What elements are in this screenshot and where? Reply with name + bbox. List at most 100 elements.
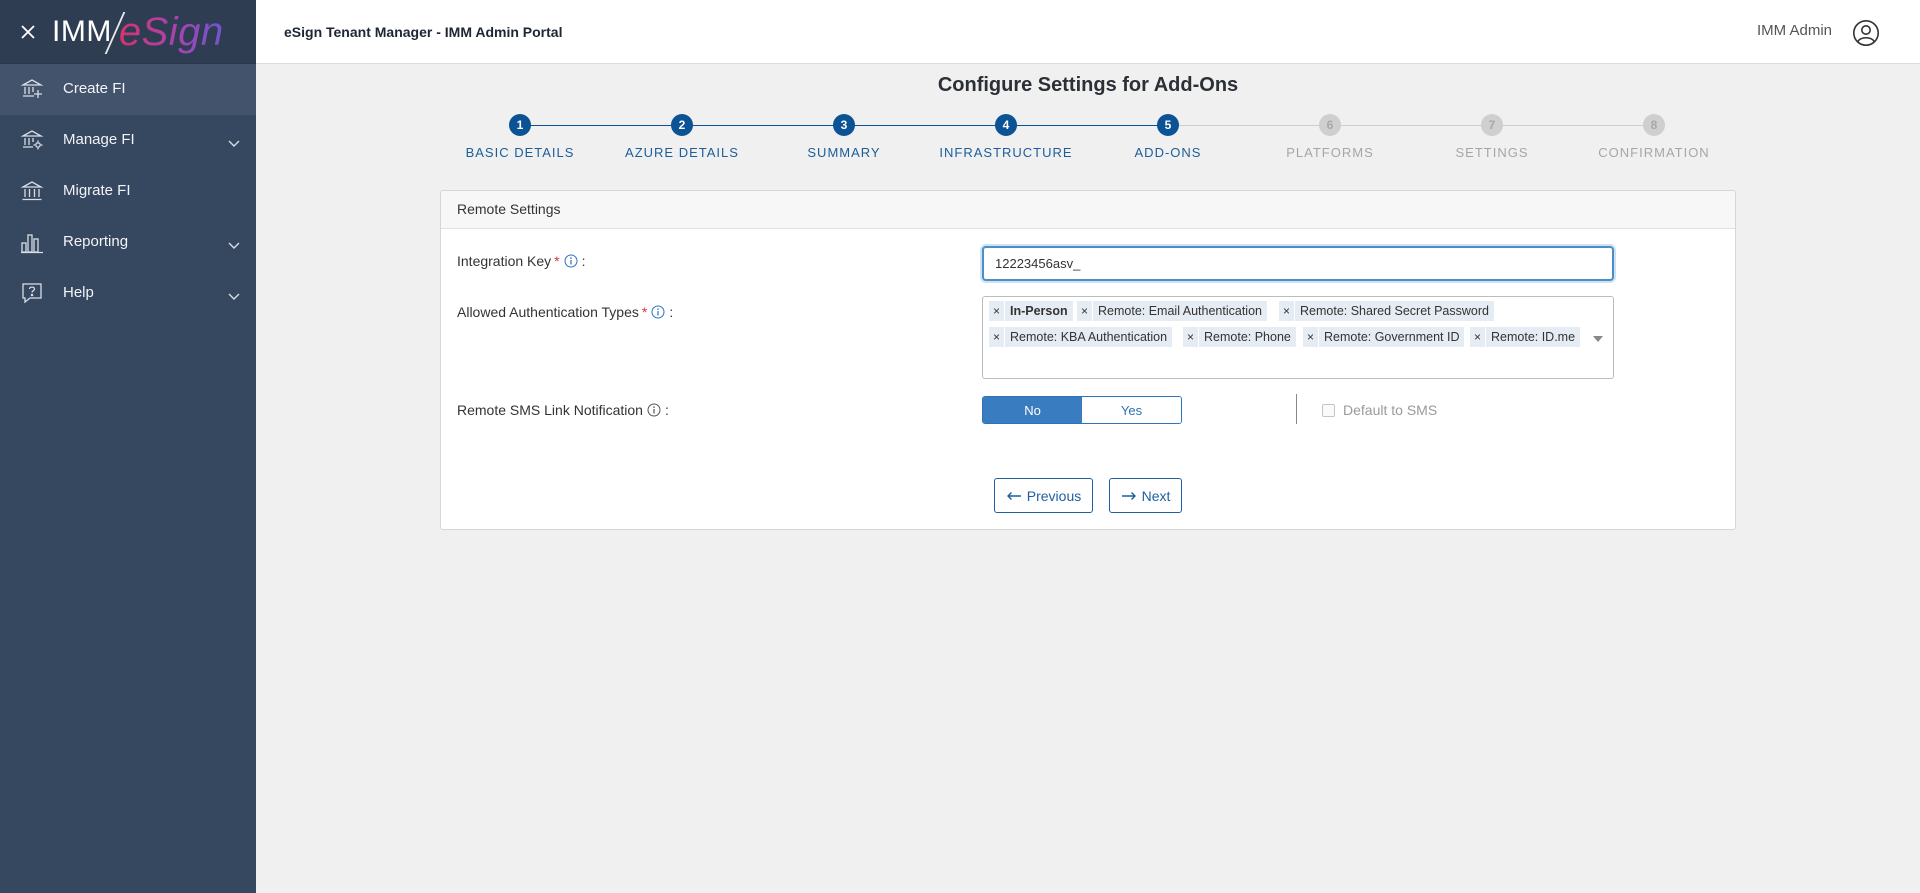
selected-tag: × Remote: KBA Authentication — [989, 327, 1173, 347]
tag-label: Remote: ID.me — [1491, 330, 1576, 344]
remove-tag-icon[interactable]: × — [989, 301, 1005, 321]
chevron-down-icon — [228, 135, 240, 147]
chevron-down-icon — [228, 288, 240, 300]
toggle-yes-button[interactable]: Yes — [1082, 397, 1181, 423]
remove-tag-icon[interactable]: × — [1279, 301, 1295, 321]
toggle-no-button[interactable]: No — [983, 397, 1082, 423]
tag-label: In-Person — [1010, 304, 1068, 318]
auth-types-multiselect[interactable]: × In-Person × Remote: Email Authenticati… — [982, 296, 1614, 379]
remove-tag-icon[interactable]: × — [1183, 327, 1199, 347]
step-label: CONFIRMATION — [1598, 145, 1710, 160]
app-title: eSign Tenant Manager - IMM Admin Portal — [284, 24, 563, 40]
step-confirmation: 8 CONFIRMATION — [1573, 114, 1735, 160]
step-number: 6 — [1319, 114, 1341, 136]
info-icon[interactable] — [651, 305, 665, 319]
remove-tag-icon[interactable]: × — [1303, 327, 1319, 347]
sidebar-item-label: Manage FI — [63, 131, 135, 148]
sidebar-item-reporting[interactable]: Reporting — [0, 217, 256, 268]
sms-notification-toggle: No Yes — [982, 396, 1182, 424]
default-to-sms-checkbox[interactable] — [1322, 403, 1335, 417]
remove-tag-icon[interactable]: × — [1470, 327, 1486, 347]
default-to-sms-option: Default to SMS — [1322, 402, 1437, 418]
required-mark: * — [554, 253, 560, 269]
step-label: BASIC DETAILS — [465, 145, 575, 160]
label-colon: : — [581, 253, 586, 269]
selected-tag: × Remote: Phone — [1183, 327, 1296, 347]
field-label-text: Allowed Authentication Types — [457, 304, 639, 320]
step-number: 3 — [833, 114, 855, 136]
selected-tag: × In-Person — [989, 301, 1073, 321]
tag-label: Remote: Phone — [1204, 330, 1291, 344]
step-number: 5 — [1157, 114, 1179, 136]
previous-label: Previous — [1026, 487, 1082, 504]
sidebar-item-manage-fi[interactable]: Manage FI — [0, 115, 256, 166]
step-settings: 7 SETTINGS — [1411, 114, 1573, 160]
sidebar-item-label: Create FI — [63, 80, 126, 97]
chevron-down-icon — [228, 237, 240, 249]
arrow-left-icon — [1006, 491, 1021, 500]
tag-label: Remote: Government ID — [1324, 330, 1460, 344]
sidebar-item-label: Migrate FI — [63, 182, 131, 199]
user-account-icon[interactable] — [1852, 19, 1880, 47]
label-colon: : — [664, 402, 669, 418]
step-label: PLATFORMS — [1286, 145, 1374, 160]
selected-tag: × Remote: Shared Secret Password — [1279, 301, 1494, 321]
step-number: 8 — [1643, 114, 1665, 136]
step-add-ons[interactable]: 5 ADD-ONS — [1087, 114, 1249, 160]
field-label-text: Remote SMS Link Notification — [457, 402, 643, 418]
remote-settings-card: Remote Settings Integration Key * : Allo… — [440, 190, 1736, 530]
step-label: ADD-ONS — [1134, 145, 1202, 160]
step-azure-details[interactable]: 2 AZURE DETAILS — [601, 114, 763, 160]
remove-tag-icon[interactable]: × — [989, 327, 1005, 347]
step-summary[interactable]: 3 SUMMARY — [763, 114, 925, 160]
field-label-text: Integration Key — [457, 253, 552, 269]
selected-tag: × Remote: ID.me — [1470, 327, 1581, 347]
info-icon[interactable] — [564, 254, 578, 268]
close-icon[interactable] — [20, 24, 36, 40]
sidebar-item-help[interactable]: Help — [0, 268, 256, 319]
step-number: 1 — [509, 114, 531, 136]
step-label: AZURE DETAILS — [625, 145, 739, 160]
tag-label: Remote: Email Authentication — [1098, 304, 1262, 318]
help-chat-icon — [20, 281, 44, 305]
sidebar-header: IMM eSign — [0, 0, 256, 64]
previous-button[interactable]: Previous — [994, 478, 1093, 513]
info-icon[interactable] — [647, 403, 661, 417]
step-infrastructure[interactable]: 4 INFRASTRUCTURE — [925, 114, 1087, 160]
sidebar-item-label: Help — [63, 284, 94, 301]
bar-chart-icon — [20, 230, 44, 254]
step-basic-details[interactable]: 1 BASIC DETAILS — [439, 114, 601, 160]
card-title: Remote Settings — [441, 191, 1735, 229]
auth-types-label: Allowed Authentication Types * : — [457, 304, 673, 320]
step-number: 2 — [671, 114, 693, 136]
user-name[interactable]: IMM Admin — [1757, 22, 1832, 39]
app-logo[interactable]: IMM eSign — [52, 8, 224, 56]
bank-plus-icon — [20, 77, 44, 101]
step-number: 7 — [1481, 114, 1503, 136]
required-mark: * — [641, 304, 648, 320]
progress-stepper: 1 BASIC DETAILS 2 AZURE DETAILS 3 SUMMAR… — [440, 112, 1736, 172]
tag-label: Remote: KBA Authentication — [1010, 330, 1168, 344]
bank-icon — [20, 179, 44, 203]
top-bar: eSign Tenant Manager - IMM Admin Portal … — [256, 0, 1920, 64]
sidebar-item-label: Reporting — [63, 233, 129, 250]
arrow-right-icon — [1121, 491, 1136, 500]
sidebar-item-create-fi[interactable]: Create FI — [0, 64, 256, 115]
step-platforms: 6 PLATFORMS — [1249, 114, 1411, 160]
page-title: Configure Settings for Add-Ons — [937, 74, 1239, 96]
dropdown-caret-icon[interactable] — [1593, 336, 1603, 342]
logo-esign-text: eSign — [118, 10, 224, 54]
selected-tag: × Remote: Government ID — [1303, 327, 1465, 347]
logo-imm-text: IMM — [52, 14, 112, 48]
integration-key-input[interactable] — [982, 246, 1614, 281]
next-button[interactable]: Next — [1109, 478, 1182, 513]
tag-label: Remote: Shared Secret Password — [1300, 304, 1489, 318]
step-label: SUMMARY — [807, 145, 881, 160]
integration-key-label: Integration Key * : — [457, 253, 586, 269]
remove-tag-icon[interactable]: × — [1077, 301, 1093, 321]
sidebar-item-migrate-fi[interactable]: Migrate FI — [0, 166, 256, 217]
divider — [1296, 394, 1297, 424]
step-label: SETTINGS — [1455, 145, 1529, 160]
default-to-sms-label: Default to SMS — [1343, 402, 1438, 418]
bank-gear-icon — [20, 128, 44, 152]
